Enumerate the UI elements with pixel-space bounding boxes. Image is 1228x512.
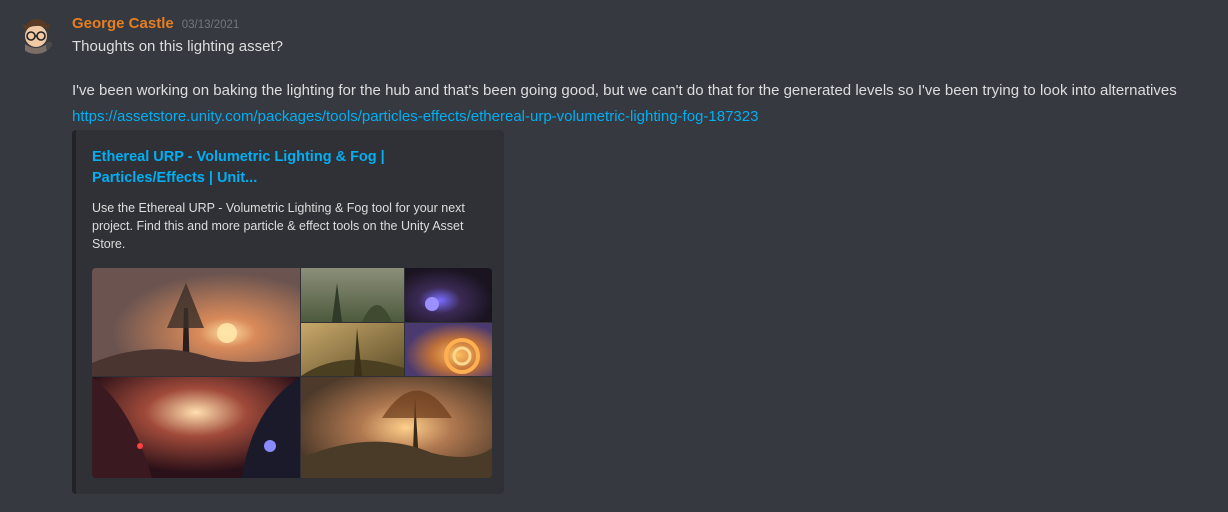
message-header: George Castle 03/13/2021 bbox=[72, 15, 239, 35]
message-text-line: Thoughts on this lighting asset? bbox=[72, 38, 283, 55]
embed-description: Use the Ethereal URP - Volumetric Lighti… bbox=[92, 201, 465, 251]
message-text-line: I've been working on baking the lighting… bbox=[72, 82, 1177, 99]
timestamp: 03/13/2021 bbox=[181, 19, 240, 31]
link-embed: Ethereal URP - Volumetric Lighting & Fog… bbox=[72, 130, 504, 494]
user-avatar[interactable] bbox=[16, 14, 56, 54]
embed-title[interactable]: Ethereal URP - Volumetric Lighting & Fog… bbox=[92, 147, 412, 189]
chat-message: George Castle 03/13/2021 Thoughts on thi… bbox=[0, 0, 1228, 512]
embed-image[interactable] bbox=[92, 268, 492, 478]
message-link[interactable]: https://assetstore.unity.com/packages/to… bbox=[72, 107, 758, 127]
username[interactable]: George Castle bbox=[72, 15, 174, 32]
